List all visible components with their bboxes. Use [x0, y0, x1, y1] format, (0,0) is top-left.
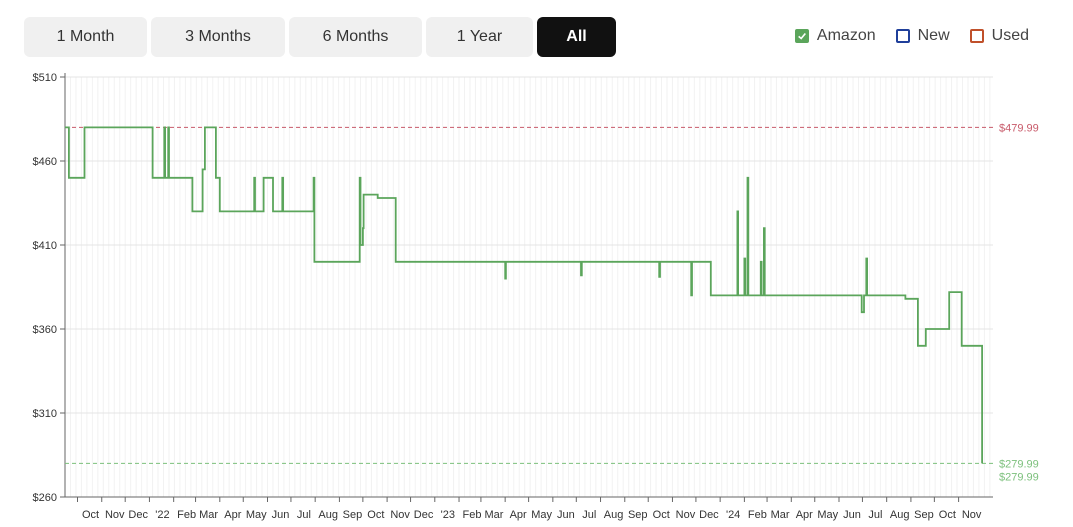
y-tick-label: $360 [33, 324, 57, 336]
x-tick-label: Aug [890, 509, 910, 521]
x-tick-label: Oct [939, 509, 956, 521]
x-tick-label: Sep [343, 509, 363, 521]
x-tick-label: Oct [367, 509, 384, 521]
x-tick-label: Oct [82, 509, 99, 521]
vertical-gridlines [64, 77, 991, 497]
x-tick-label: Jul [868, 509, 882, 521]
x-tick-label: Jun [272, 509, 290, 521]
x-tick-label: May [246, 509, 267, 521]
x-tick-label: Feb [748, 509, 767, 521]
x-tick-label: Feb [177, 509, 196, 521]
x-tick-label: Nov [390, 509, 410, 521]
x-tick-label: Mar [199, 509, 218, 521]
x-tick-label: Apr [510, 509, 527, 521]
x-tick-label: Sep [914, 509, 934, 521]
x-tick-label: Jul [582, 509, 596, 521]
x-tick-label: Oct [653, 509, 670, 521]
x-tick-label: Nov [105, 509, 125, 521]
x-tick-label: '23 [441, 509, 455, 521]
reference-line-label: $479.99 [999, 122, 1039, 134]
y-tick-label: $510 [33, 72, 57, 84]
x-tick-label: Jun [557, 509, 575, 521]
x-tick-label: '22 [155, 509, 169, 521]
current-price-label: $279.99 [999, 471, 1039, 483]
x-tick-label: Mar [771, 509, 790, 521]
x-tick-label: Feb [463, 509, 482, 521]
x-tick-label: Nov [676, 509, 696, 521]
x-tick-label: Aug [318, 509, 338, 521]
price-history-chart: $510$460$410$360$310$260Oct Nov Dec '22 Feb M… [33, 72, 1039, 521]
reference-line-label: $279.99 [999, 458, 1039, 470]
y-tick-label: $410 [33, 240, 57, 252]
x-tick-label: May [817, 509, 838, 521]
x-tick-label: Apr [796, 509, 813, 521]
y-tick-label: $460 [33, 156, 57, 168]
x-tick-label: '24 [726, 509, 740, 521]
x-tick-label: Jun [843, 509, 861, 521]
x-tick-label: May [531, 509, 552, 521]
x-tick-label: Dec [699, 509, 719, 521]
x-tick-label: Dec [414, 509, 434, 521]
y-tick-label: $310 [33, 408, 57, 420]
x-tick-label: Apr [224, 509, 241, 521]
x-tick-label: Sep [628, 509, 648, 521]
x-tick-label: Nov [962, 509, 982, 521]
y-tick-label: $260 [33, 492, 57, 504]
x-tick-label: Aug [604, 509, 624, 521]
x-tick-label: Dec [128, 509, 148, 521]
x-tick-label: Mar [484, 509, 503, 521]
x-tick-label: Jul [297, 509, 311, 521]
